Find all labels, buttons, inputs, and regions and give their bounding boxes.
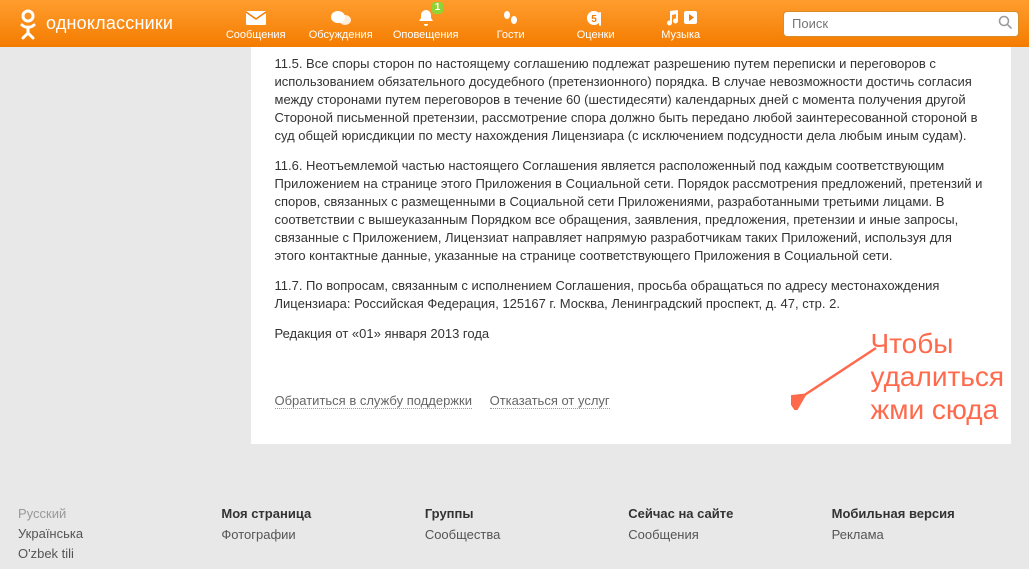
agreement-clause-11-6: 11.6. Неотъемлемой частью настоящего Сог… [275, 157, 987, 265]
instruction-callout: Чтобы удалиться жми сюда [871, 327, 1005, 426]
footer-link[interactable]: Сообщества [425, 527, 604, 542]
site-name: одноклассники [46, 13, 173, 34]
agreement-clause-11-5: 11.5. Все споры сторон по настоящему сог… [275, 55, 987, 145]
nav-label: Сообщения [226, 29, 286, 41]
lang-option[interactable]: Українська [18, 526, 197, 541]
svg-text:5: 5 [591, 14, 597, 25]
nav-discussions[interactable]: Обсуждения [298, 0, 383, 47]
nav-messages[interactable]: Сообщения [213, 0, 298, 47]
nav-ratings[interactable]: 5 Оценки [553, 0, 638, 47]
nav-label: Музыка [661, 29, 700, 41]
nav-music[interactable]: Музыка [638, 0, 723, 47]
footer-heading[interactable]: Мобильная версия [832, 506, 1011, 521]
main-nav: Сообщения Обсуждения 1 Оповещения Гости … [213, 0, 783, 47]
site-logo[interactable]: одноклассники [18, 8, 173, 40]
music-icon [664, 9, 698, 27]
search-box[interactable] [783, 11, 1019, 37]
rating-icon: 5 [586, 9, 606, 27]
footer-col-mypage: Моя страница Фотографии [221, 506, 400, 566]
footer-link[interactable]: Реклама [832, 527, 1011, 542]
footprints-icon [502, 9, 520, 27]
footer-heading[interactable]: Группы [425, 506, 604, 521]
footer-link[interactable]: Фотографии [221, 527, 400, 542]
nav-guests[interactable]: Гости [468, 0, 553, 47]
discussion-icon [330, 9, 352, 27]
search-icon[interactable] [998, 15, 1012, 32]
callout-line: Чтобы [871, 327, 1005, 360]
search-input[interactable] [792, 16, 998, 31]
footer-heading[interactable]: Моя страница [221, 506, 400, 521]
footer-heading[interactable]: Сейчас на сайте [628, 506, 807, 521]
footer-col-groups: Группы Сообщества [425, 506, 604, 566]
page-footer: Русский Українська O'zbek tili Моя стран… [0, 506, 1029, 566]
lang-option-current[interactable]: Русский [18, 506, 197, 521]
nav-label: Оповещения [393, 29, 459, 41]
decline-services-link[interactable]: Отказаться от услуг [490, 393, 610, 409]
nav-notifications[interactable]: 1 Оповещения [383, 0, 468, 47]
agreement-clause-11-7: 11.7. По вопросам, связанным с исполнени… [275, 277, 987, 313]
nav-label: Оценки [577, 29, 615, 41]
footer-col-mobile: Мобильная версия Реклама [832, 506, 1011, 566]
support-link[interactable]: Обратиться в службу поддержки [275, 393, 472, 409]
action-links-row: Обратиться в службу поддержки Отказаться… [251, 385, 1011, 444]
callout-line: жми сюда [871, 393, 1005, 426]
footer-link[interactable]: Сообщения [628, 527, 807, 542]
search-container [783, 11, 1019, 37]
ok-logo-icon [18, 8, 38, 40]
nav-label: Гости [497, 29, 525, 41]
footer-col-online: Сейчас на сайте Сообщения [628, 506, 807, 566]
lang-option[interactable]: O'zbek tili [18, 546, 197, 561]
footer-languages: Русский Українська O'zbek tili [18, 506, 197, 566]
mail-icon [245, 9, 267, 27]
notification-badge: 1 [432, 2, 444, 14]
nav-label: Обсуждения [309, 29, 373, 41]
top-nav-bar: одноклассники Сообщения Обсуждения 1 Опо… [0, 0, 1029, 47]
callout-line: удалиться [871, 360, 1005, 393]
